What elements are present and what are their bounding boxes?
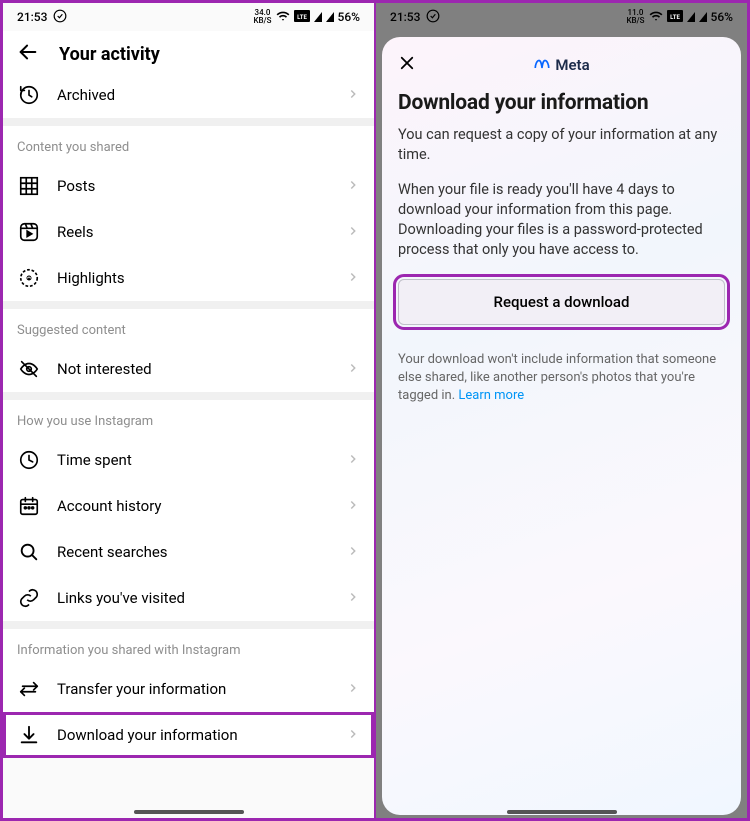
row-label: Reels <box>57 223 330 241</box>
header: Your activity <box>3 31 374 72</box>
volte-badge-icon: LTE <box>667 10 683 25</box>
chevron-right-icon <box>346 543 360 562</box>
row-label: Account history <box>57 497 330 515</box>
row-label: Recent searches <box>57 543 330 561</box>
activity-content: Your activity Archived Content you share… <box>3 31 374 818</box>
wifi-icon <box>649 9 663 26</box>
sheet-note: Your download won't include information … <box>398 351 725 406</box>
close-icon[interactable] <box>398 54 416 76</box>
network-speed: 11.0KB/S <box>626 9 644 25</box>
status-time: 21:53 <box>17 10 47 24</box>
transfer-icon <box>17 677 41 701</box>
phone-download-info: 21:53 11.0KB/S LTE 56% Meta <box>375 0 750 821</box>
highlights-icon <box>17 266 41 290</box>
chevron-right-icon <box>346 223 360 242</box>
battery-percent: 56% <box>711 10 733 24</box>
chevron-right-icon <box>346 86 360 105</box>
status-time: 21:53 <box>390 10 420 24</box>
section-label: Content you shared <box>3 126 374 163</box>
check-circle-icon <box>426 9 440 26</box>
note-text: Your download won't include information … <box>398 352 716 403</box>
meta-brand-text: Meta <box>555 56 589 74</box>
svg-text:LTE: LTE <box>670 14 680 21</box>
network-speed: 34.0KB/S <box>253 9 271 25</box>
chevron-right-icon <box>346 589 360 608</box>
volte-badge-icon: LTE <box>294 10 310 25</box>
row-label: Highlights <box>57 269 330 287</box>
sheet-para-1: You can request a copy of your informati… <box>398 125 725 166</box>
meta-logo: Meta <box>533 56 589 74</box>
section-label: Information you shared with Instagram <box>3 629 374 666</box>
sheet-heading: Download your information <box>398 91 725 115</box>
eye-off-icon <box>17 357 41 381</box>
grid-icon <box>17 174 41 198</box>
chevron-right-icon <box>346 451 360 470</box>
status-bar: 21:53 11.0KB/S LTE 56% <box>376 3 747 31</box>
calendar-icon <box>17 494 41 518</box>
row-label: Links you've visited <box>57 589 330 607</box>
phone-your-activity: 21:53 34.0KB/S LTE 56% Your activity <box>0 0 375 821</box>
wifi-icon <box>276 9 290 26</box>
row-download-info[interactable]: Download your information <box>3 712 374 758</box>
row-transfer-info[interactable]: Transfer your information <box>3 666 374 712</box>
row-label: Transfer your information <box>57 680 330 698</box>
archive-icon <box>17 83 41 107</box>
battery-percent: 56% <box>338 10 360 24</box>
row-archived[interactable]: Archived <box>3 72 374 118</box>
signal-icon-2 <box>699 12 707 22</box>
chevron-right-icon <box>346 177 360 196</box>
row-label: Download your information <box>57 726 330 744</box>
clock-icon <box>17 448 41 472</box>
learn-more-link[interactable]: Learn more <box>458 388 524 403</box>
row-not-interested[interactable]: Not interested <box>3 346 374 392</box>
chevron-right-icon <box>346 360 360 379</box>
download-icon <box>17 723 41 747</box>
chevron-right-icon <box>346 680 360 699</box>
link-icon <box>17 586 41 610</box>
row-posts[interactable]: Posts <box>3 163 374 209</box>
back-arrow-icon[interactable] <box>17 41 39 67</box>
chevron-right-icon <box>346 269 360 288</box>
nav-handle[interactable] <box>134 810 244 814</box>
row-label: Archived <box>57 86 330 104</box>
row-highlights[interactable]: Highlights <box>3 255 374 301</box>
signal-icon <box>314 12 322 22</box>
reels-icon <box>17 220 41 244</box>
row-label: Posts <box>57 177 330 195</box>
signal-icon-2 <box>326 12 334 22</box>
chevron-right-icon <box>346 726 360 745</box>
chevron-right-icon <box>346 497 360 516</box>
row-label: Time spent <box>57 451 330 469</box>
nav-handle[interactable] <box>507 810 617 814</box>
page-title: Your activity <box>59 44 160 65</box>
request-download-button[interactable]: Request a download <box>398 279 725 325</box>
row-label: Not interested <box>57 360 330 378</box>
status-bar: 21:53 34.0KB/S LTE 56% <box>3 3 374 31</box>
section-label: Suggested content <box>3 309 374 346</box>
section-label: How you use Instagram <box>3 400 374 437</box>
row-reels[interactable]: Reels <box>3 209 374 255</box>
row-recent-searches[interactable]: Recent searches <box>3 529 374 575</box>
search-icon <box>17 540 41 564</box>
svg-text:LTE: LTE <box>297 14 307 21</box>
check-circle-icon <box>53 9 67 26</box>
row-account-history[interactable]: Account history <box>3 483 374 529</box>
signal-icon <box>687 12 695 22</box>
sheet-para-2: When your file is ready you'll have 4 da… <box>398 180 725 261</box>
row-time-spent[interactable]: Time spent <box>3 437 374 483</box>
row-links-visited[interactable]: Links you've visited <box>3 575 374 621</box>
download-sheet: Meta Download your information You can r… <box>382 37 741 815</box>
